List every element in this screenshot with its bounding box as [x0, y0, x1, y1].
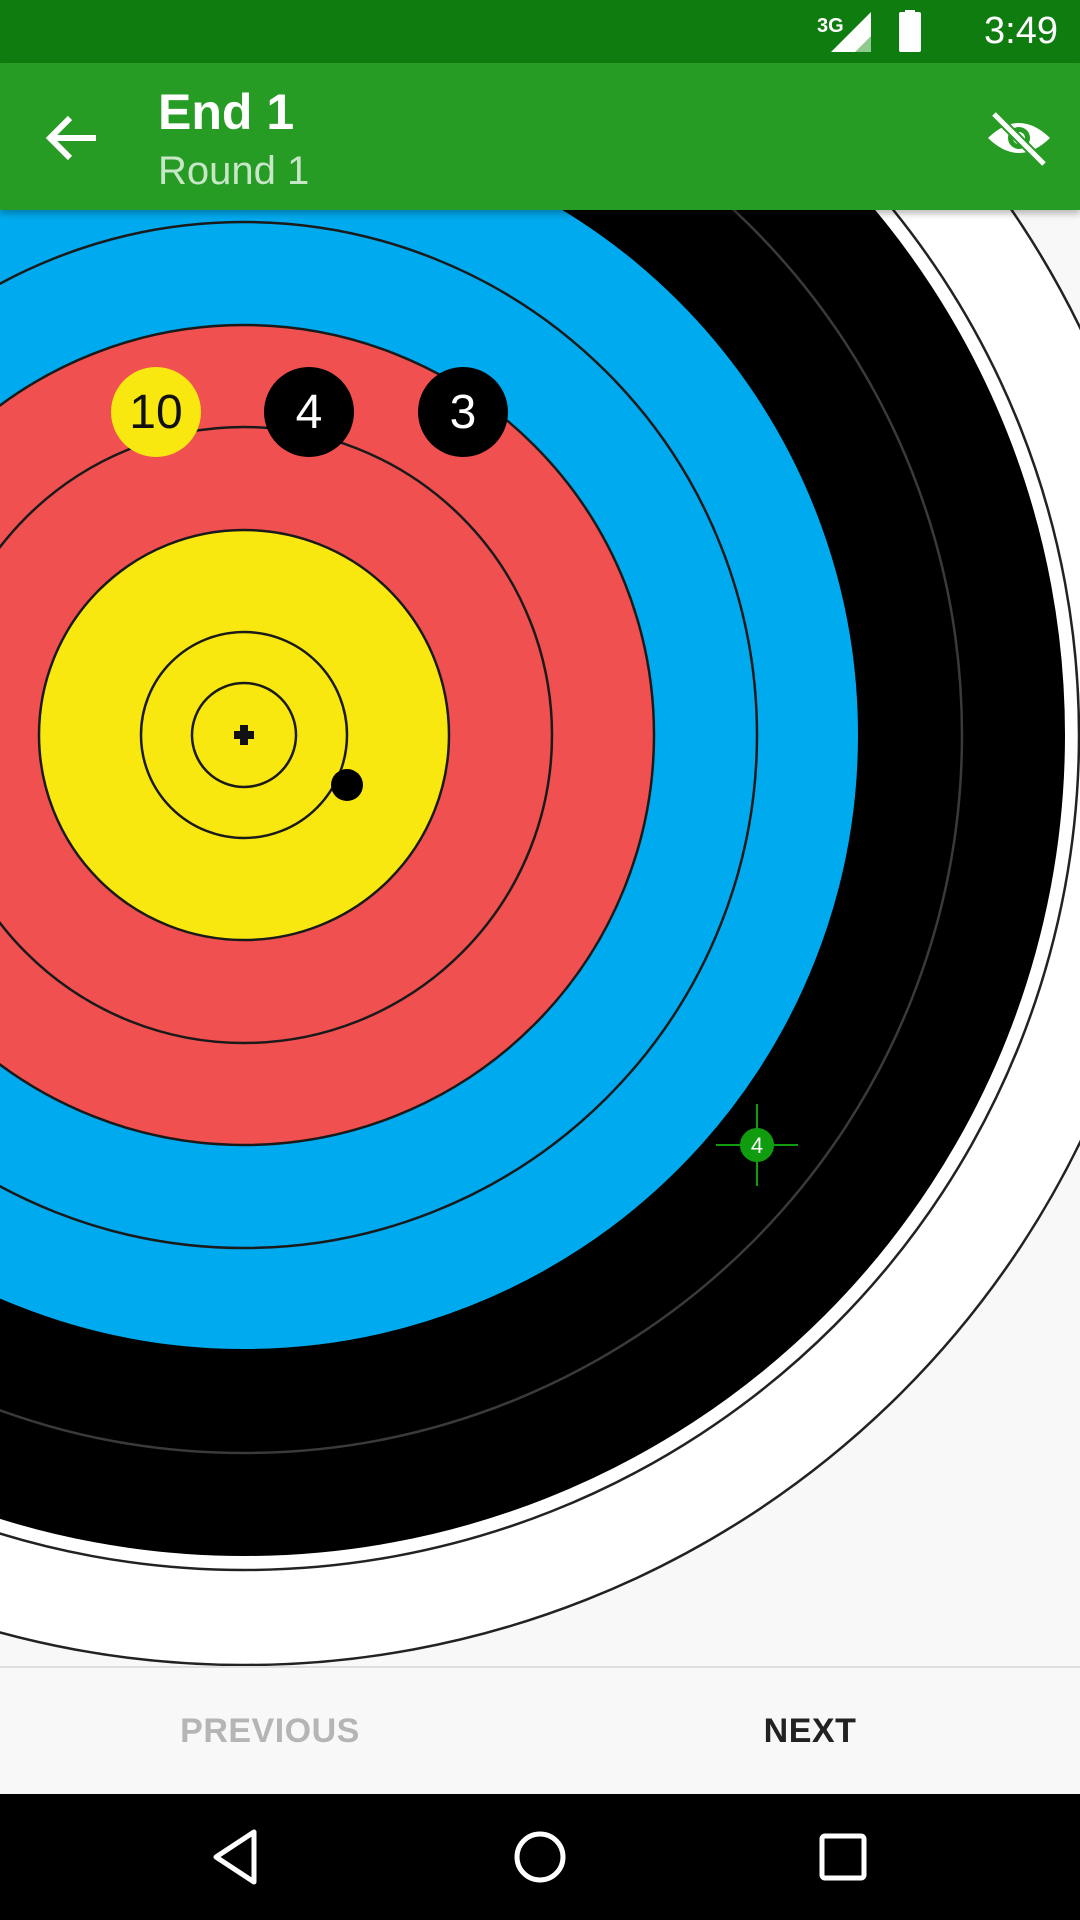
app-bar: End 1 Round 1 [0, 63, 1080, 210]
network-type: 3G [817, 15, 844, 37]
arrow-score-3[interactable]: 3 [418, 367, 508, 457]
bottom-bar: PREVIOUS NEXT [0, 1666, 1080, 1794]
arrow-score-2-label: 4 [296, 386, 323, 439]
next-button[interactable]: NEXT [540, 1668, 1080, 1794]
previous-button[interactable]: PREVIOUS [0, 1668, 540, 1794]
recents-square-icon[interactable] [808, 1822, 878, 1892]
arrow-score-1[interactable]: 10 [111, 367, 201, 457]
status-time: 3:49 [984, 10, 1058, 52]
system-nav-bar [0, 1794, 1080, 1920]
back-arrow-icon[interactable] [30, 103, 120, 173]
arrow-score-3-label: 3 [450, 386, 477, 439]
arrow-hit-marker[interactable] [331, 769, 363, 801]
page-subtitle: Round 1 [158, 149, 310, 193]
placement-cursor-label: 4 [751, 1133, 763, 1158]
target-area[interactable]: 10 4 3 4 [0, 210, 1080, 1666]
visibility-off-icon[interactable] [984, 108, 1054, 168]
target-face[interactable]: 10 4 3 4 [0, 210, 1080, 1666]
page-title: End 1 [158, 84, 295, 140]
arrow-score-1-label: 10 [129, 386, 182, 439]
signal-icon: 3G [817, 10, 921, 52]
home-circle-icon[interactable] [505, 1822, 575, 1892]
arrow-score-2[interactable]: 4 [264, 367, 354, 457]
back-triangle-icon[interactable] [202, 1822, 272, 1892]
status-bar: 3G 3:49 [0, 0, 1080, 63]
battery-icon [899, 12, 921, 52]
